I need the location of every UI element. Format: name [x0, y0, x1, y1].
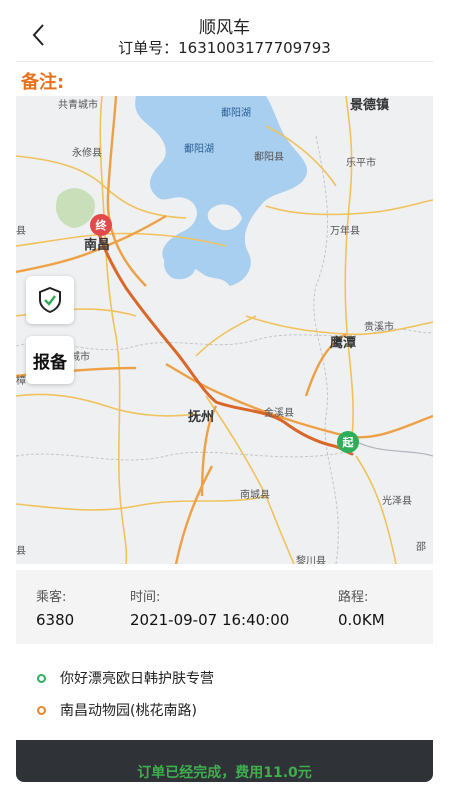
report-button[interactable]: 报备 [26, 336, 74, 384]
route-map[interactable]: 共青城市 鄱阳湖 景德镇 永修县 鄱阳湖 鄱阳县 乐平市 南昌 万年县 县 贵溪… [16, 96, 433, 564]
map-label-guixi: 贵溪市 [364, 322, 394, 333]
time-label: 时间: [130, 590, 161, 605]
map-label-nancheng: 南城县 [240, 490, 270, 501]
map-label-zhang: 樟 [16, 376, 26, 387]
map-label-gongqing: 共青城市 [58, 100, 98, 111]
distance-label: 路程: [338, 590, 369, 605]
safety-button[interactable] [26, 276, 74, 324]
time-value: 2021-09-07 16:40:00 [130, 611, 290, 629]
map-label-nanchang: 南昌 [84, 238, 111, 253]
map-label-guangze: 光泽县 [382, 496, 412, 507]
pickup-address: 你好漂亮欧日韩护肤专营 [60, 671, 214, 687]
dropoff-address-row: 南昌动物园(桃花南路) [37, 700, 197, 720]
map-label-yingtan: 鹰潭 [330, 336, 357, 351]
map-label-yongxiu: 永修县 [72, 148, 102, 159]
map-label-shao: 邵 [416, 542, 426, 553]
map-label-poyang-lake: 鄱阳湖 [221, 108, 251, 119]
dropoff-address: 南昌动物园(桃花南路) [60, 703, 197, 719]
shield-check-icon [39, 286, 61, 314]
pickup-dot-icon [37, 673, 46, 683]
passenger-info: 乘客: 6380 [36, 586, 74, 629]
passenger-label: 乘客: [36, 590, 67, 605]
distance-value: 0.0KM [338, 611, 385, 629]
distance-info: 路程: 0.0KM [338, 586, 385, 629]
map-label-poyang-county: 鄱阳县 [254, 152, 284, 163]
end-marker[interactable]: 终 [90, 214, 112, 236]
start-marker[interactable]: 起 [337, 431, 359, 453]
map-label-jinxi: 金溪县 [264, 408, 294, 419]
map-label-leping: 乐平市 [346, 158, 376, 169]
map-label-left-xian-2: 县 [16, 546, 26, 557]
remark-label: 备注: [21, 72, 65, 93]
pickup-address-row: 你好漂亮欧日韩护肤专营 [37, 668, 214, 688]
trip-info-panel: 乘客: 6380 时间: 2021-09-07 16:40:00 路程: 0.0… [16, 570, 433, 644]
map-label-left-xian-1: 县 [16, 226, 26, 237]
order-status-text: 订单已经完成，费用11.0元 [137, 765, 312, 781]
order-number: 订单号：1631003177709793 [118, 39, 331, 57]
map-label-jingdezhen: 景德镇 [350, 98, 390, 113]
passenger-value: 6380 [36, 611, 75, 629]
map-label-poyang-lake-2: 鄱阳湖 [184, 144, 214, 155]
order-status-bar: 订单已经完成，费用11.0元 [16, 740, 433, 782]
page-title: 顺风车 [199, 18, 250, 38]
dropoff-dot-icon [37, 705, 46, 715]
header-divider [16, 61, 433, 62]
time-info: 时间: 2021-09-07 16:40:00 [130, 586, 289, 629]
top-bar: 顺风车 订单号：1631003177709793 [0, 0, 449, 60]
map-label-wannian: 万年县 [330, 226, 360, 237]
map-label-fuzhou: 抚州 [188, 410, 215, 425]
map-label-lichuan: 黎川县 [296, 556, 326, 564]
